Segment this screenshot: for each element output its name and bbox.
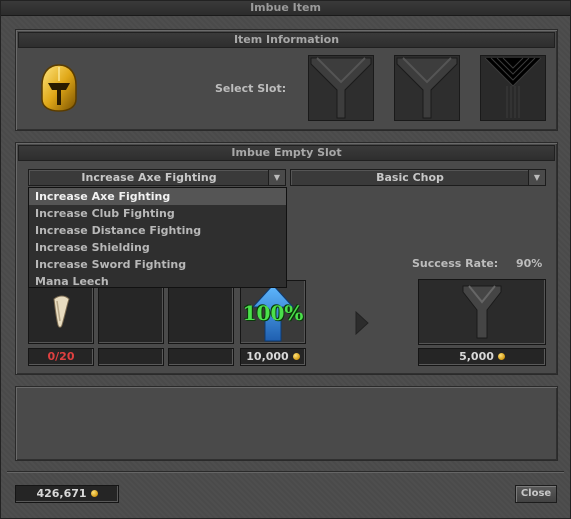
menu-item-axe-fighting[interactable]: Increase Axe Fighting	[29, 188, 286, 205]
select-slot-1[interactable]	[308, 55, 374, 121]
menu-item-club-fighting[interactable]: Increase Club Fighting	[29, 205, 286, 222]
item-information-header: Item Information	[18, 32, 555, 48]
menu-item-distance-fighting[interactable]: Increase Distance Fighting	[29, 222, 286, 239]
imbue-empty-slot-header: Imbue Empty Slot	[18, 145, 555, 161]
gold-coin-icon	[90, 489, 98, 497]
protection-cost-text: 10,000	[246, 350, 289, 363]
select-slot-label: Select Slot:	[215, 82, 287, 95]
window-title: Imbue Item	[1, 1, 570, 16]
imbuement-tier-dropdown[interactable]: Basic Chop ▼	[290, 169, 546, 186]
gold-balance-text: 426,671	[36, 487, 87, 500]
menu-item-sword-fighting[interactable]: Increase Sword Fighting	[29, 256, 286, 273]
close-button[interactable]: Close	[515, 485, 557, 503]
success-rate-value: 90%	[516, 257, 543, 270]
ingredient-count: 0/20	[28, 348, 94, 366]
ingredient-3-count	[168, 348, 234, 366]
gold-coin-icon	[292, 352, 300, 360]
item-information-panel: Item Information	[15, 29, 558, 131]
select-slot-2[interactable]	[394, 55, 460, 121]
imbue-item-window: Imbue Item Item Information Select Slot:	[0, 0, 571, 519]
success-rate-label: Success Rate:	[412, 257, 499, 270]
empty-slot-icon	[481, 56, 545, 120]
protection-percent: 100%	[242, 301, 304, 325]
imbuement-type-dropdown[interactable]: Increase Axe Fighting ▼	[28, 169, 286, 186]
chevron-right-icon	[355, 310, 369, 338]
select-slot-3[interactable]	[480, 55, 546, 121]
fang-icon	[53, 295, 70, 328]
protection-cost: 10,000	[240, 348, 306, 366]
empty-slot-icon	[462, 285, 502, 339]
empty-slot-icon	[309, 56, 373, 120]
imbuement-tier-selected: Basic Chop	[376, 171, 444, 184]
empty-slot-icon	[395, 56, 459, 120]
ingredient-count-text: 0/20	[47, 350, 75, 363]
imbuement-type-menu: Increase Axe Fighting Increase Club Figh…	[28, 187, 287, 288]
imbue-result-slot[interactable]	[418, 279, 546, 345]
chevron-down-icon[interactable]: ▼	[268, 170, 285, 185]
chevron-down-icon[interactable]: ▼	[528, 170, 545, 185]
description-panel	[15, 386, 558, 461]
gold-coin-icon	[497, 352, 505, 360]
menu-item-shielding[interactable]: Increase Shielding	[29, 239, 286, 256]
menu-item-mana-leech[interactable]: Mana Leech	[29, 273, 286, 290]
imbue-cost: 5,000	[418, 348, 546, 366]
golden-helmet-icon	[39, 63, 79, 113]
imbue-cost-text: 5,000	[459, 350, 494, 363]
imbuement-type-selected: Increase Axe Fighting	[81, 171, 217, 184]
gold-balance: 426,671	[15, 485, 119, 503]
divider	[7, 471, 564, 472]
ingredient-2-count	[98, 348, 164, 366]
